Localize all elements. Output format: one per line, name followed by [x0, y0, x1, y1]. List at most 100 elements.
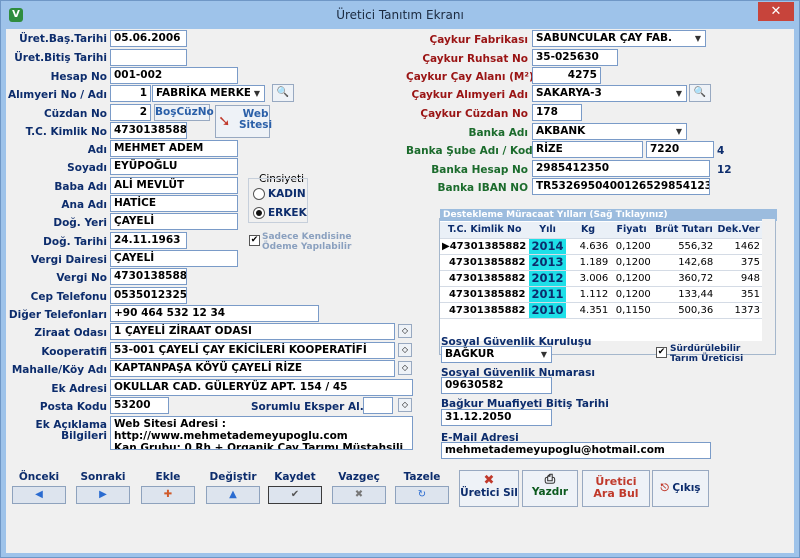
adi-label: Adı: [87, 144, 107, 156]
caykur-lookup-icon[interactable]: 🔍: [689, 84, 711, 102]
email-field[interactable]: mehmetademeyupoglu@hotmail.com: [441, 442, 711, 459]
alan-field[interactable]: 4275: [532, 67, 601, 84]
kadin-radio[interactable]: [253, 188, 265, 200]
ekle-button[interactable]: ✚: [141, 486, 195, 504]
ekle-label: Ekle: [155, 471, 181, 483]
bos-cuzdan-button[interactable]: BoşCüzNo: [154, 104, 214, 121]
table-row[interactable]: ▶47301385882 2014 4.636 0,1200 556,32 1462: [440, 238, 762, 255]
uretici-sil-button[interactable]: ✖ Üretici Sil: [459, 470, 519, 507]
sube-extra: 4: [717, 145, 725, 157]
web-sitesi-button[interactable]: ➘ Web Sitesi: [215, 105, 273, 138]
koop-label: Kooperatifi: [41, 346, 107, 358]
alimyeri-no-field[interactable]: 1: [110, 85, 151, 102]
dog-tarihi-label: Doğ. Tarihi: [43, 236, 107, 248]
ruhsat-field[interactable]: 35-025630: [532, 49, 618, 66]
col-header[interactable]: Fiyatı: [610, 222, 653, 239]
sube-name-field[interactable]: RİZE: [532, 141, 643, 158]
grid-caption: Destekleme Müracaat Yılları (Sağ Tıklayı…: [440, 209, 777, 221]
mahalle-lookup-icon[interactable]: ◇: [398, 361, 412, 375]
bitis-tarihi-field[interactable]: [110, 49, 187, 66]
sonraki-button[interactable]: ▶: [76, 486, 130, 504]
cep-field[interactable]: 05350123257: [110, 287, 187, 304]
ziraat-field[interactable]: 1 ÇAYELİ ZİRAAT ODASI: [110, 323, 395, 340]
table-row[interactable]: 47301385882 2013 1.189 0,1200 142,68 375: [440, 254, 762, 271]
yazdir-button[interactable]: ⎙ Yazdır: [522, 470, 578, 507]
adres-field[interactable]: OKULLAR CAD. GÜLERYÜZ APT. 154 / 45: [110, 379, 413, 396]
col-header[interactable]: Yılı: [529, 222, 566, 239]
onceki-button[interactable]: ◀: [12, 486, 66, 504]
grid-vertical-scrollbar[interactable]: [762, 219, 775, 341]
koop-field[interactable]: 53-001 ÇAYELİ ÇAY EKİCİLERİ KOOPERATİFİ: [110, 342, 395, 359]
year-cell: 2012: [529, 270, 566, 287]
ziraat-lookup-icon[interactable]: ◇: [398, 324, 412, 338]
tazele-button[interactable]: ↻: [395, 486, 449, 504]
baba-field[interactable]: ALİ MEVLÜT: [110, 177, 238, 194]
alimyeri-select[interactable]: FABRİKA MERKEZ ▼: [152, 85, 265, 102]
adi-field[interactable]: MEHMET ADEM: [110, 140, 238, 157]
col-header[interactable]: T.C. Kimlik No: [440, 222, 530, 239]
col-header[interactable]: Kg: [565, 222, 611, 239]
caykur-cuzdan-field[interactable]: 178: [532, 104, 582, 121]
sgk-no-field[interactable]: 09630582: [441, 377, 552, 394]
soyadi-field[interactable]: EYÜPOĞLU: [110, 158, 238, 175]
cell: 47301385882: [440, 286, 530, 303]
uretici-ara-button[interactable]: Üretici Ara Bul: [582, 470, 650, 507]
diger-tel-label: Diğer Telefonları: [8, 309, 107, 321]
tc-field[interactable]: 47301385882: [110, 122, 187, 139]
posta-label: Posta Kodu: [39, 401, 107, 413]
bitis-tarihi-label: Üret.Bitiş Tarihi: [14, 52, 107, 64]
cikis-button[interactable]: ⎋ Çıkış: [652, 470, 709, 507]
koop-lookup-icon[interactable]: ◇: [398, 343, 412, 357]
mahalle-field[interactable]: KAPTANPAŞA KÖYÜ ÇAYELİ RİZE: [110, 360, 395, 377]
dog-yeri-field[interactable]: ÇAYELİ: [110, 213, 238, 230]
hesap-no-field[interactable]: 001-002: [110, 67, 238, 84]
sube-code-field[interactable]: 7220: [646, 141, 714, 158]
iban-label: Banka IBAN NO: [437, 182, 528, 194]
banka-value: AKBANK: [536, 125, 586, 137]
web-sitesi-label: Web Sitesi: [239, 108, 273, 131]
aciklama-field[interactable]: Web Sitesi Adresi : http://www.mehmetade…: [110, 416, 413, 450]
sgk-kurulus-select[interactable]: BAĞKUR ▼: [441, 346, 552, 363]
iban-field[interactable]: TR532695040012652985412350: [532, 178, 710, 195]
sorumlu-lookup-icon[interactable]: ◇: [398, 398, 412, 412]
cell: 142,68: [652, 254, 716, 271]
kaydet-button[interactable]: ✔: [268, 486, 322, 504]
cuzdan-field[interactable]: 2: [110, 104, 151, 121]
banka-select[interactable]: AKBANK ▼: [532, 123, 687, 140]
cuzdan-label: Cüzdan No: [43, 108, 107, 120]
cell: 0,1200: [610, 254, 653, 271]
table-row[interactable]: 47301385882 2012 3.006 0,1200 360,72 948: [440, 270, 762, 287]
hesap-extra: 12: [717, 164, 732, 176]
hesap-field[interactable]: 2985412350: [532, 160, 710, 177]
bas-tarihi-field[interactable]: 05.06.2006: [110, 30, 187, 47]
surdurulebilir-checkbox[interactable]: ✔: [656, 347, 667, 358]
vazgec-button[interactable]: ✖: [332, 486, 386, 504]
erkek-radio[interactable]: [253, 207, 265, 219]
lookup-book-icon[interactable]: 🔍: [272, 84, 294, 102]
vergi-no-field[interactable]: 47301385882: [110, 268, 187, 285]
printer-icon: ⎙: [544, 472, 556, 487]
table-row[interactable]: 47301385882 2010 4.351 0,1150 500,36 1373: [440, 302, 762, 319]
chevron-down-icon: ▼: [691, 31, 705, 46]
sorumlu-field[interactable]: [363, 397, 393, 414]
sadece-checkbox[interactable]: ✔: [249, 235, 260, 246]
close-button[interactable]: ✕: [758, 2, 794, 21]
col-header[interactable]: Brüt Tutarı: [652, 222, 716, 239]
ana-label: Ana Adı: [61, 199, 107, 211]
cell: 47301385882: [440, 254, 530, 271]
dog-tarihi-field[interactable]: 24.11.1963: [110, 232, 187, 249]
muaf-field[interactable]: 31.12.2050: [441, 409, 552, 426]
degistir-button[interactable]: ▲: [206, 486, 260, 504]
diger-tel-field[interactable]: +90 464 532 12 34: [110, 305, 319, 322]
caykur-alimyeri-label: Çaykur Alımyeri Adı: [411, 89, 528, 101]
posta-field[interactable]: 53200: [110, 397, 169, 414]
vergi-dairesi-field[interactable]: ÇAYELİ: [110, 250, 238, 267]
caykur-alimyeri-select[interactable]: SAKARYA-3 ▼: [532, 85, 687, 102]
vergi-no-label: Vergi No: [56, 272, 107, 284]
destek-grid[interactable]: Destekleme Müracaat Yılları (Sağ Tıklayı…: [439, 209, 777, 355]
ana-field[interactable]: HATİCE: [110, 195, 238, 212]
table-row[interactable]: 47301385882 2011 1.112 0,1200 133,44 351: [440, 286, 762, 303]
adres-label: Ek Adresi: [51, 383, 107, 395]
col-header[interactable]: Dek.Ver: [715, 222, 762, 239]
fabrika-select[interactable]: SABUNCULAR ÇAY FAB. ▼: [532, 30, 706, 47]
